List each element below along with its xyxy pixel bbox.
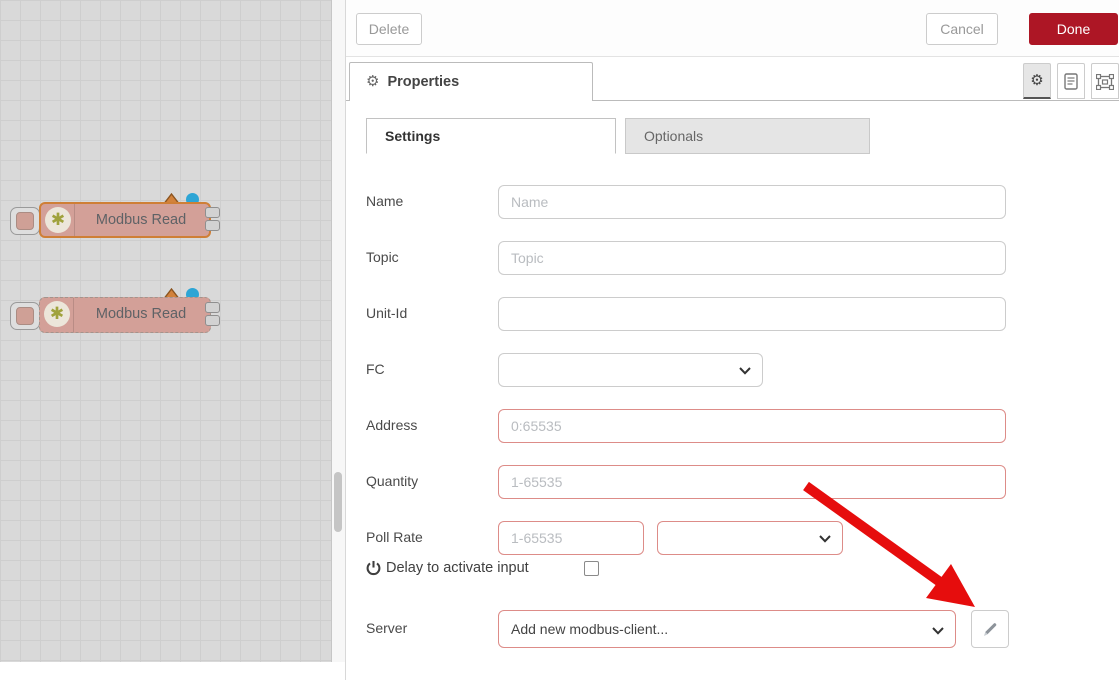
flow-node-modbus-read-1[interactable]: ✱ Modbus Read (10, 193, 225, 243)
node-input-port[interactable] (10, 302, 40, 330)
node-output-port-1[interactable] (205, 207, 220, 218)
fc-select[interactable] (498, 353, 763, 387)
node-icon-section: ✱ (40, 298, 74, 332)
edit-server-button[interactable] (971, 610, 1009, 648)
tab-properties-label: Properties (387, 74, 459, 90)
node-input-port-inner (16, 212, 34, 230)
node-label: Modbus Read (77, 204, 205, 236)
flow-canvas[interactable]: ✱ Modbus Read ✱ Modbus Read (0, 0, 332, 662)
node-edit-panel: Delete Cancel Done ⚙ Properties ⚙ Setting… (345, 0, 1119, 680)
server-selected-value: Add new modbus-client... (511, 621, 668, 637)
poll-rate-label: Poll Rate (366, 529, 423, 545)
topic-label: Topic (366, 249, 399, 265)
delete-button[interactable]: Delete (356, 13, 422, 45)
server-select[interactable]: Add new modbus-client... (498, 610, 956, 648)
pencil-icon (982, 621, 999, 638)
panel-scrollbar-track[interactable] (332, 0, 345, 662)
topic-input[interactable] (498, 241, 1006, 275)
node-input-port[interactable] (10, 207, 40, 235)
gear-icon: ⚙ (366, 73, 379, 90)
chevron-down-icon (932, 627, 944, 635)
poll-rate-unit-select[interactable] (657, 521, 843, 555)
appearance-tab-button[interactable] (1091, 63, 1119, 99)
quantity-label: Quantity (366, 473, 418, 489)
description-tab-button[interactable] (1057, 63, 1085, 99)
node-output-port-1[interactable] (205, 302, 220, 313)
node-output-port-2[interactable] (205, 220, 220, 231)
chevron-down-icon (819, 535, 831, 543)
node-label: Modbus Read (76, 298, 206, 332)
poll-rate-input[interactable] (498, 521, 644, 555)
appearance-icon (1096, 74, 1114, 90)
tab-properties[interactable]: ⚙ Properties (349, 62, 593, 101)
flow-node-modbus-read-2[interactable]: ✱ Modbus Read (10, 288, 225, 338)
node-input-port-inner (16, 307, 34, 325)
tab-settings[interactable]: Settings (366, 118, 616, 154)
cancel-button[interactable]: Cancel (926, 13, 998, 45)
delay-activate-checkbox[interactable] (584, 561, 599, 576)
unit-id-label: Unit-Id (366, 305, 407, 321)
panel-scrollbar-thumb[interactable] (334, 472, 342, 532)
node-icon-section: ✱ (41, 204, 75, 236)
fc-label: FC (366, 361, 385, 377)
power-icon (366, 560, 381, 576)
name-label: Name (366, 193, 403, 209)
modbus-node-icon: ✱ (44, 301, 70, 327)
quantity-input[interactable] (498, 465, 1006, 499)
node-output-port-2[interactable] (205, 315, 220, 326)
server-label: Server (366, 620, 407, 636)
tray-header: Delete Cancel Done (346, 0, 1119, 57)
tab-optionals[interactable]: Optionals (625, 118, 870, 154)
chevron-down-icon (739, 367, 751, 375)
description-icon (1064, 73, 1078, 90)
gear-icon: ⚙ (1030, 72, 1043, 89)
modbus-node-icon: ✱ (45, 207, 71, 233)
node-body[interactable]: ✱ Modbus Read (39, 297, 211, 333)
node-body[interactable]: ✱ Modbus Read (39, 202, 211, 238)
properties-tab-button[interactable]: ⚙ (1023, 63, 1051, 99)
address-input[interactable] (498, 409, 1006, 443)
delay-activate-label: Delay to activate input (386, 560, 529, 576)
name-input[interactable] (498, 185, 1006, 219)
address-label: Address (366, 417, 417, 433)
unit-id-input[interactable] (498, 297, 1006, 331)
done-button[interactable]: Done (1029, 13, 1118, 45)
